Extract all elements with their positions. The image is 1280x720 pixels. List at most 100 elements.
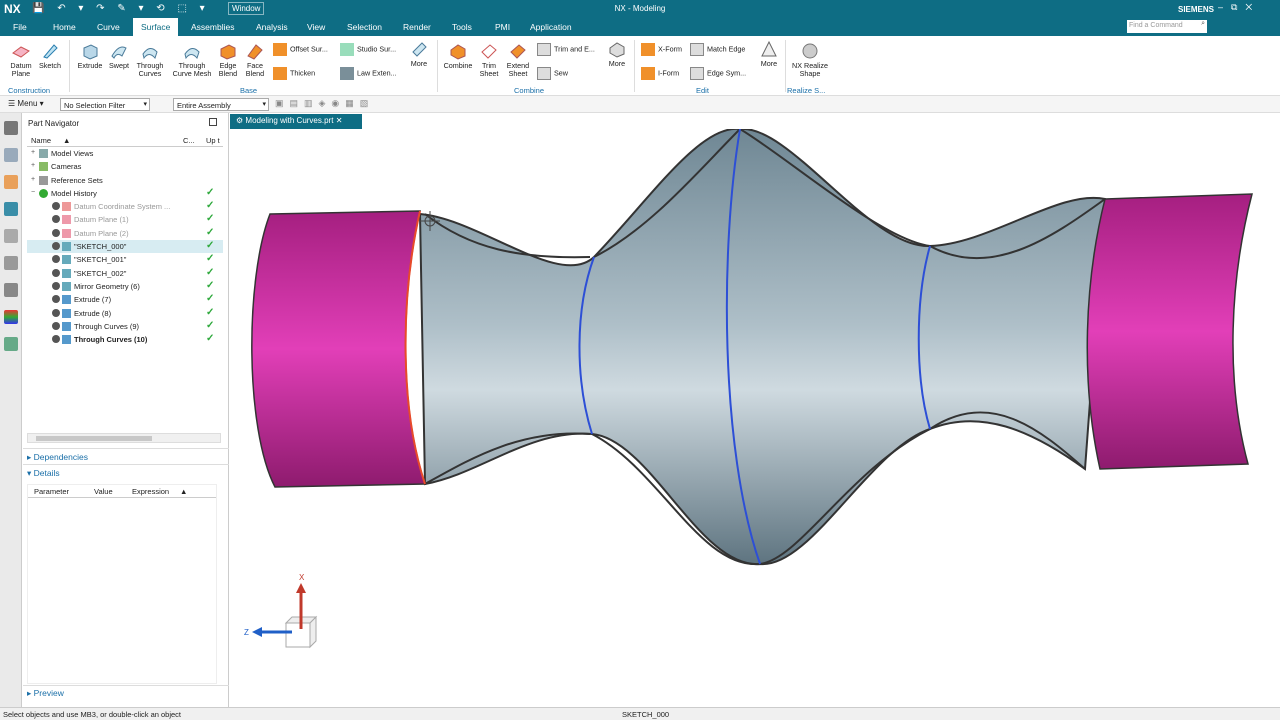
match-edge-button[interactable]: Match Edge: [690, 43, 745, 56]
menu-analysis[interactable]: Analysis: [256, 22, 288, 32]
roles-icon[interactable]: [3, 337, 18, 351]
constraint-navigator-icon[interactable]: [3, 175, 18, 189]
model-viewport[interactable]: X Z: [230, 127, 1280, 707]
menu-button[interactable]: ☰ Menu ▾: [8, 99, 44, 108]
visibility-icon[interactable]: [52, 202, 60, 211]
tab-modeling-with-curves[interactable]: ⚙ Modeling with Curves.prt ✕: [230, 114, 362, 129]
thicken-button[interactable]: Thicken: [273, 67, 315, 80]
settings-icon[interactable]: [3, 121, 18, 135]
web-browser-icon[interactable]: [3, 256, 18, 270]
close-icon[interactable]: ✕: [336, 116, 343, 125]
assembly-scope-dropdown[interactable]: Entire Assembly ▾: [173, 98, 269, 111]
menu-selection[interactable]: Selection: [347, 22, 382, 32]
visibility-icon[interactable]: [52, 321, 60, 330]
history-icon[interactable]: [3, 283, 18, 297]
tree-row[interactable]: "SKETCH_000" ✓: [27, 240, 223, 254]
selection-filter-dropdown[interactable]: No Selection Filter ▾: [60, 98, 150, 111]
tree-row[interactable]: Datum Plane (2) ✓: [27, 227, 223, 240]
datum-plane-button[interactable]: Datum Plane: [6, 42, 36, 78]
edit-more-button[interactable]: More: [756, 40, 782, 68]
horizontal-scrollbar[interactable]: [27, 433, 221, 443]
menu-pmi[interactable]: PMI: [495, 22, 510, 32]
preview-panel[interactable]: ▸ Preview: [27, 688, 64, 699]
visibility-icon[interactable]: [52, 281, 60, 290]
scroll-thumb[interactable]: [36, 436, 152, 441]
column-current[interactable]: C...: [183, 136, 195, 145]
visibility-icon[interactable]: [52, 215, 60, 224]
tree-row[interactable]: Extrude (7) ✓: [27, 293, 223, 306]
swept-button[interactable]: Swept: [106, 42, 132, 70]
search-icon[interactable]: ⌕: [1201, 20, 1205, 28]
menu-application[interactable]: Application: [530, 22, 572, 32]
visibility-icon[interactable]: [52, 308, 60, 317]
extend-sheet-button[interactable]: Extend Sheet: [504, 42, 532, 78]
expand-icon[interactable]: +: [31, 176, 35, 183]
tree-row[interactable]: + Model Views: [27, 147, 223, 160]
maximize-icon[interactable]: [209, 118, 217, 126]
visibility-icon[interactable]: [52, 268, 60, 277]
through-curves-button[interactable]: Through Curves: [134, 42, 166, 78]
studio-surface-button[interactable]: Studio Sur...: [340, 43, 396, 56]
palette-icon[interactable]: [3, 310, 18, 324]
assembly-navigator-icon[interactable]: [3, 148, 18, 162]
menu-home[interactable]: Home: [53, 22, 76, 32]
menu-assemblies[interactable]: Assemblies: [191, 22, 234, 32]
menu-file[interactable]: File: [13, 22, 27, 32]
visibility-icon[interactable]: [52, 335, 60, 344]
menu-curve[interactable]: Curve: [97, 22, 120, 32]
law-extension-button[interactable]: Law Exten...: [340, 67, 397, 80]
combine-button[interactable]: Combine: [442, 42, 474, 70]
reuse-library-icon[interactable]: [3, 229, 18, 243]
extrude-button[interactable]: Extrude: [76, 42, 104, 70]
nx-realize-shape-button[interactable]: NX Realize Shape: [790, 42, 830, 78]
selection-tools[interactable]: ▣▤▥◈◉▦▧: [275, 98, 374, 109]
visibility-icon[interactable]: [52, 255, 60, 264]
through-curve-mesh-button[interactable]: Through Curve Mesh: [170, 42, 214, 78]
tree-row[interactable]: − Model History ✓: [27, 187, 223, 200]
column-up-to-date[interactable]: Up t: [206, 136, 220, 145]
divider: [437, 40, 438, 92]
find-command-input[interactable]: Find a Command ⌕: [1127, 20, 1207, 33]
right-extrude[interactable]: [1086, 193, 1253, 470]
left-extrude[interactable]: [251, 210, 427, 488]
sketch-button[interactable]: Sketch: [37, 42, 63, 70]
menu-surface[interactable]: Surface: [133, 18, 179, 36]
edge-blend-button[interactable]: Edge Blend: [215, 42, 241, 78]
menu-tools[interactable]: Tools: [452, 22, 472, 32]
sew-button[interactable]: Sew: [537, 67, 568, 80]
visibility-icon[interactable]: [52, 242, 60, 251]
i-form-button[interactable]: I-Form: [641, 67, 679, 80]
visibility-icon[interactable]: [52, 295, 60, 304]
loft-body[interactable]: [418, 127, 1107, 566]
visibility-icon[interactable]: [52, 228, 60, 237]
face-blend-button[interactable]: Face Blend: [242, 42, 268, 78]
tree-row[interactable]: + Reference Sets: [27, 174, 223, 187]
tree-row[interactable]: + Cameras: [27, 160, 223, 173]
tree-row[interactable]: Through Curves (10) ✓: [27, 333, 223, 346]
tree-row[interactable]: Mirror Geometry (6) ✓: [27, 280, 223, 293]
combine-more-button[interactable]: More: [604, 40, 630, 68]
tree-row[interactable]: Through Curves (9) ✓: [27, 320, 223, 333]
trim-extend-button[interactable]: Trim and E...: [537, 43, 595, 56]
tree-row[interactable]: "SKETCH_002" ✓: [27, 267, 223, 280]
details-panel[interactable]: ▾ Details: [27, 468, 60, 479]
graphics-window[interactable]: X Z: [230, 127, 1280, 707]
tree-row[interactable]: Datum Coordinate System ... ✓: [27, 200, 223, 213]
menu-render[interactable]: Render: [403, 22, 431, 32]
trim-sheet-button[interactable]: Trim Sheet: [476, 42, 502, 78]
x-form-button[interactable]: X-Form: [641, 43, 682, 56]
expand-icon[interactable]: +: [31, 162, 35, 169]
dependencies-panel[interactable]: ▸ Dependencies: [27, 452, 88, 463]
expand-icon[interactable]: +: [31, 149, 35, 156]
offset-surface-button[interactable]: Offset Sur...: [273, 43, 328, 56]
tree-row[interactable]: Datum Plane (1) ✓: [27, 213, 223, 226]
tree-row[interactable]: "SKETCH_001" ✓: [27, 253, 223, 266]
menu-view[interactable]: View: [307, 22, 325, 32]
column-name[interactable]: Name: [31, 136, 51, 145]
edge-symmetry-button[interactable]: Edge Sym...: [690, 67, 746, 80]
base-more-button[interactable]: More: [406, 40, 432, 68]
part-navigator-icon[interactable]: [3, 202, 18, 216]
collapse-icon[interactable]: −: [31, 189, 35, 196]
window-controls[interactable]: –⧉✕: [1218, 2, 1260, 13]
tree-row[interactable]: Extrude (8) ✓: [27, 307, 223, 320]
